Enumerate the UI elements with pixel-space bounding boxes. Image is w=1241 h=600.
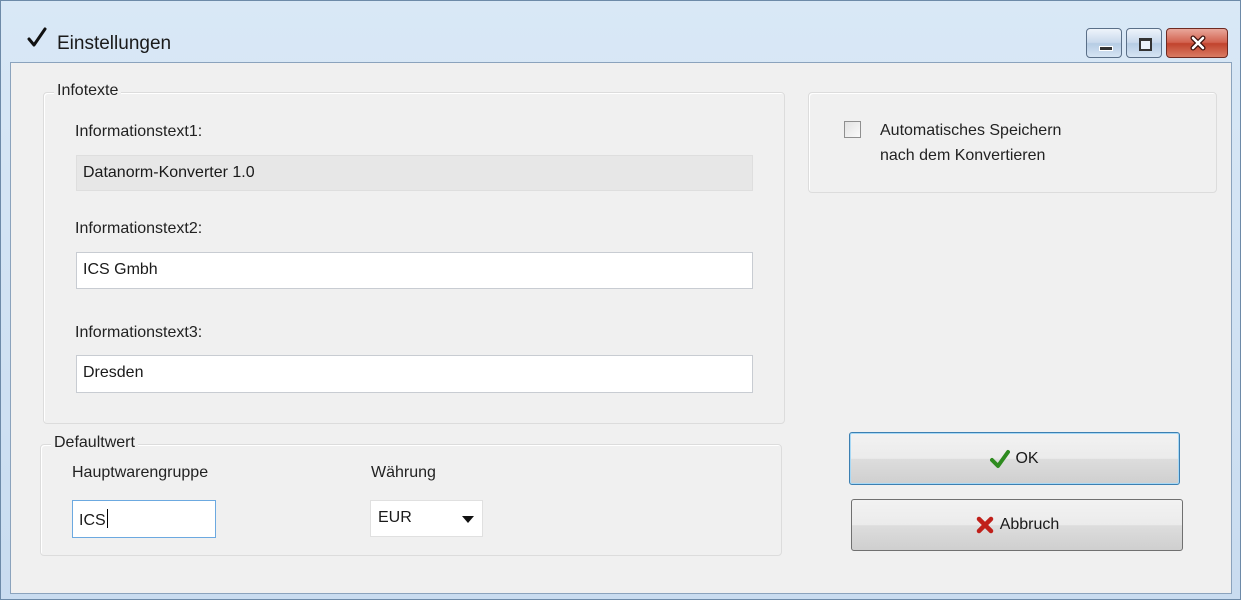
cancel-button[interactable]: Abbruch [851, 499, 1183, 551]
info1-value: Datanorm-Konverter 1.0 [83, 164, 255, 181]
info2-field[interactable]: ICS Gmbh [76, 252, 753, 289]
info2-label: Informationstext2: [75, 220, 203, 237]
infotexte-legend: Infotexte [54, 82, 122, 100]
cancel-button-label: Abbruch [999, 516, 1060, 533]
info1-field[interactable]: Datanorm-Konverter 1.0 [76, 155, 753, 191]
minimize-icon [1099, 46, 1113, 51]
ok-button-label: OK [1015, 449, 1039, 467]
waehrung-select[interactable]: EUR [370, 500, 483, 537]
caption-buttons [1082, 28, 1228, 62]
dialog-client-area: Infotexte Informationstext1: Datanorm-Ko… [10, 62, 1232, 594]
window-title: Einstellungen [57, 33, 172, 54]
info3-value: Dresden [83, 364, 144, 381]
hauptwarengruppe-value: ICS [79, 512, 106, 529]
info1-label: Informationstext1: [75, 123, 203, 140]
waehrung-value: EUR [378, 509, 412, 526]
ok-button[interactable]: OK [849, 432, 1180, 485]
hauptwarengruppe-field[interactable]: ICS [72, 500, 216, 538]
text-caret [106, 509, 108, 528]
autosave-checkbox[interactable] [844, 121, 861, 138]
checkmark-icon [27, 27, 47, 49]
title-bar[interactable]: Einstellungen [1, 1, 1240, 61]
x-icon [975, 515, 995, 535]
minimize-button[interactable] [1086, 28, 1122, 58]
close-button[interactable] [1166, 28, 1228, 58]
hauptwarengruppe-label: Hauptwarengruppe [72, 464, 209, 481]
autosave-label-line2: nach dem Konvertieren [880, 147, 1046, 164]
checkmark-icon [990, 449, 1011, 469]
autosave-label-line1: Automatisches Speichern [880, 122, 1062, 139]
chevron-down-icon [462, 516, 474, 523]
info3-field[interactable]: Dresden [76, 355, 753, 393]
maximize-icon [1139, 38, 1152, 51]
options-group [808, 92, 1217, 193]
info3-label: Informationstext3: [75, 324, 203, 341]
settings-window: Einstellungen Infotexte Informationstext… [0, 0, 1241, 600]
maximize-button[interactable] [1126, 28, 1162, 58]
defaultwert-legend: Defaultwert [51, 434, 138, 452]
info2-value: ICS Gmbh [83, 261, 158, 278]
close-icon [1190, 35, 1206, 56]
waehrung-label: Währung [371, 464, 436, 481]
